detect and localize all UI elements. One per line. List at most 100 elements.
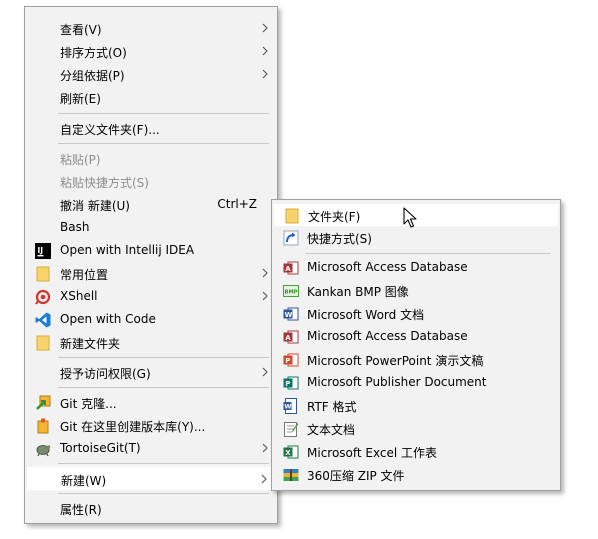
svg-text:IJ: IJ bbox=[38, 246, 44, 255]
xshell-icon bbox=[35, 289, 51, 305]
powerpoint-icon: P bbox=[283, 352, 299, 368]
menu-item-bash[interactable]: Bash bbox=[27, 216, 275, 239]
menu-item-group-by[interactable]: 分组依据(P) bbox=[27, 63, 275, 86]
menu-item-git-clone[interactable]: Git 克隆... bbox=[27, 391, 275, 414]
menu-item-view[interactable]: 查看(V) bbox=[27, 17, 275, 40]
menu-item-label: 新建文件夹 bbox=[60, 337, 121, 351]
word-icon: W bbox=[283, 306, 299, 322]
chevron-right-icon bbox=[262, 69, 268, 79]
menu-item-label: 刷新(E) bbox=[60, 92, 101, 106]
menu-item-open-intellij[interactable]: IJ Open with Intellij IDEA bbox=[27, 239, 275, 262]
chevron-right-icon bbox=[262, 268, 268, 278]
menu-item-refresh[interactable]: 刷新(E) bbox=[27, 86, 275, 109]
submenu-item-kankan-bmp[interactable]: BMP Kankan BMP 图像 bbox=[274, 280, 558, 302]
menu-item-label: Git 克隆... bbox=[60, 397, 117, 411]
menu-item-label: 自定义文件夹(F)... bbox=[60, 123, 160, 137]
context-menu: 查看(V) 排序方式(O) 分组依据(P) 刷新(E) 自定义文件夹(F)...… bbox=[24, 6, 278, 524]
menu-separator bbox=[58, 387, 269, 388]
publisher-icon: P bbox=[283, 375, 299, 391]
menu-item-favorite-locations[interactable]: 常用位置 bbox=[27, 262, 275, 285]
svg-text:X: X bbox=[285, 449, 291, 457]
menu-item-open-with-code[interactable]: Open with Code bbox=[27, 308, 275, 331]
submenu-item-word-document[interactable]: W Microsoft Word 文档 bbox=[274, 303, 558, 325]
menu-item-label: 撤消 新建(U) bbox=[60, 199, 130, 213]
menu-item-properties[interactable]: 属性(R) bbox=[27, 497, 275, 520]
submenu-item-excel[interactable]: X Microsoft Excel 工作表 bbox=[274, 441, 558, 463]
menu-item-grant-access[interactable]: 授予访问权限(G) bbox=[27, 361, 275, 384]
menu-item-customize-folder[interactable]: 自定义文件夹(F)... bbox=[27, 117, 275, 140]
menu-separator bbox=[58, 463, 269, 464]
menu-item-label: XShell bbox=[60, 289, 98, 303]
submenu-item-access-database[interactable]: A Microsoft Access Database bbox=[274, 257, 558, 279]
menu-item-label: 查看(V) bbox=[60, 23, 102, 37]
submenu-item-text-document[interactable]: 文本文档 bbox=[274, 418, 558, 440]
menu-item-label: 排序方式(O) bbox=[60, 46, 127, 60]
vscode-icon bbox=[35, 312, 51, 328]
menu-item-new[interactable]: 新建(W) bbox=[27, 467, 275, 490]
submenu-item-label: Kankan BMP 图像 bbox=[307, 285, 409, 299]
menu-item-label: 粘贴(P) bbox=[60, 153, 101, 167]
svg-text:P: P bbox=[285, 380, 290, 388]
submenu-item-label: 文本文档 bbox=[307, 423, 356, 437]
menu-item-label: Open with Intellij IDEA bbox=[60, 243, 195, 257]
submenu-item-publisher[interactable]: P Microsoft Publisher Document bbox=[274, 372, 558, 394]
submenu-item-zip-archive[interactable]: 360压缩 ZIP 文件 bbox=[274, 464, 558, 486]
menu-item-label: 常用位置 bbox=[60, 268, 109, 282]
submenu-item-label: 360压缩 ZIP 文件 bbox=[307, 469, 405, 483]
svg-text:A: A bbox=[285, 265, 291, 273]
menu-item-shortcut: Ctrl+Z bbox=[217, 197, 257, 211]
menu-item-label: Bash bbox=[60, 220, 90, 234]
menu-item-label: Open with Code bbox=[60, 312, 156, 326]
submenu-item-access-database-2[interactable]: A Microsoft Access Database bbox=[274, 326, 558, 348]
git-clone-icon bbox=[35, 395, 51, 411]
svg-text:P: P bbox=[285, 357, 290, 365]
svg-text:W: W bbox=[285, 311, 293, 319]
folder-icon bbox=[35, 335, 51, 351]
text-document-icon bbox=[283, 421, 299, 437]
submenu-item-label: Microsoft Word 文档 bbox=[307, 308, 425, 322]
folder-icon bbox=[35, 266, 51, 282]
menu-item-undo-new[interactable]: 撤消 新建(U) Ctrl+Z bbox=[27, 193, 275, 216]
chevron-right-icon bbox=[262, 291, 268, 301]
menu-item-git-create-repo[interactable]: Git 在这里创建版本库(Y)... bbox=[27, 414, 275, 437]
access-icon: A bbox=[283, 329, 299, 345]
menu-item-label: 属性(R) bbox=[60, 503, 102, 517]
svg-text:A: A bbox=[285, 334, 291, 342]
svg-text:BMP: BMP bbox=[285, 290, 298, 296]
menu-item-label: 授予访问权限(G) bbox=[60, 367, 151, 381]
menu-item-paste: 粘贴(P) bbox=[27, 147, 275, 170]
submenu-item-powerpoint[interactable]: P Microsoft PowerPoint 演示文稿 bbox=[274, 349, 558, 371]
new-submenu: 文件夹(F) 快捷方式(S) A Microsoft Access Databa… bbox=[271, 199, 561, 491]
submenu-item-label: Microsoft Access Database bbox=[307, 260, 468, 274]
submenu-item-label: 快捷方式(S) bbox=[307, 232, 372, 246]
menu-item-label: TortoiseGit(T) bbox=[60, 441, 141, 455]
menu-separator bbox=[58, 493, 269, 494]
chevron-right-icon bbox=[262, 443, 268, 453]
bmp-image-icon: BMP bbox=[283, 283, 299, 299]
folder-icon bbox=[284, 208, 300, 224]
menu-separator bbox=[58, 357, 269, 358]
submenu-item-label: RTF 格式 bbox=[307, 400, 357, 414]
submenu-item-label: Microsoft Excel 工作表 bbox=[307, 446, 438, 460]
chevron-right-icon bbox=[261, 474, 267, 484]
submenu-item-label: Microsoft Access Database bbox=[307, 329, 468, 343]
submenu-separator bbox=[305, 253, 551, 254]
menu-item-new-folder[interactable]: 新建文件夹 bbox=[27, 331, 275, 354]
menu-item-tortoisegit[interactable]: TortoiseGit(T) bbox=[27, 437, 275, 460]
rtf-document-icon: W bbox=[283, 398, 299, 414]
submenu-item-rtf[interactable]: W RTF 格式 bbox=[274, 395, 558, 417]
intellij-icon: IJ bbox=[35, 243, 51, 259]
menu-item-label: 新建(W) bbox=[61, 474, 107, 488]
git-create-repo-icon bbox=[35, 418, 51, 434]
menu-item-paste-shortcut: 粘贴快捷方式(S) bbox=[27, 170, 275, 193]
svg-text:W: W bbox=[284, 403, 291, 411]
menu-separator bbox=[58, 113, 269, 114]
access-icon: A bbox=[283, 260, 299, 276]
menu-item-xshell[interactable]: XShell bbox=[27, 285, 275, 308]
menu-separator bbox=[58, 143, 269, 144]
shortcut-icon bbox=[283, 230, 299, 246]
menu-item-sort-by[interactable]: 排序方式(O) bbox=[27, 40, 275, 63]
submenu-item-label: 文件夹(F) bbox=[308, 210, 361, 224]
submenu-item-label: Microsoft Publisher Document bbox=[307, 375, 487, 389]
submenu-item-shortcut[interactable]: 快捷方式(S) bbox=[274, 227, 558, 249]
